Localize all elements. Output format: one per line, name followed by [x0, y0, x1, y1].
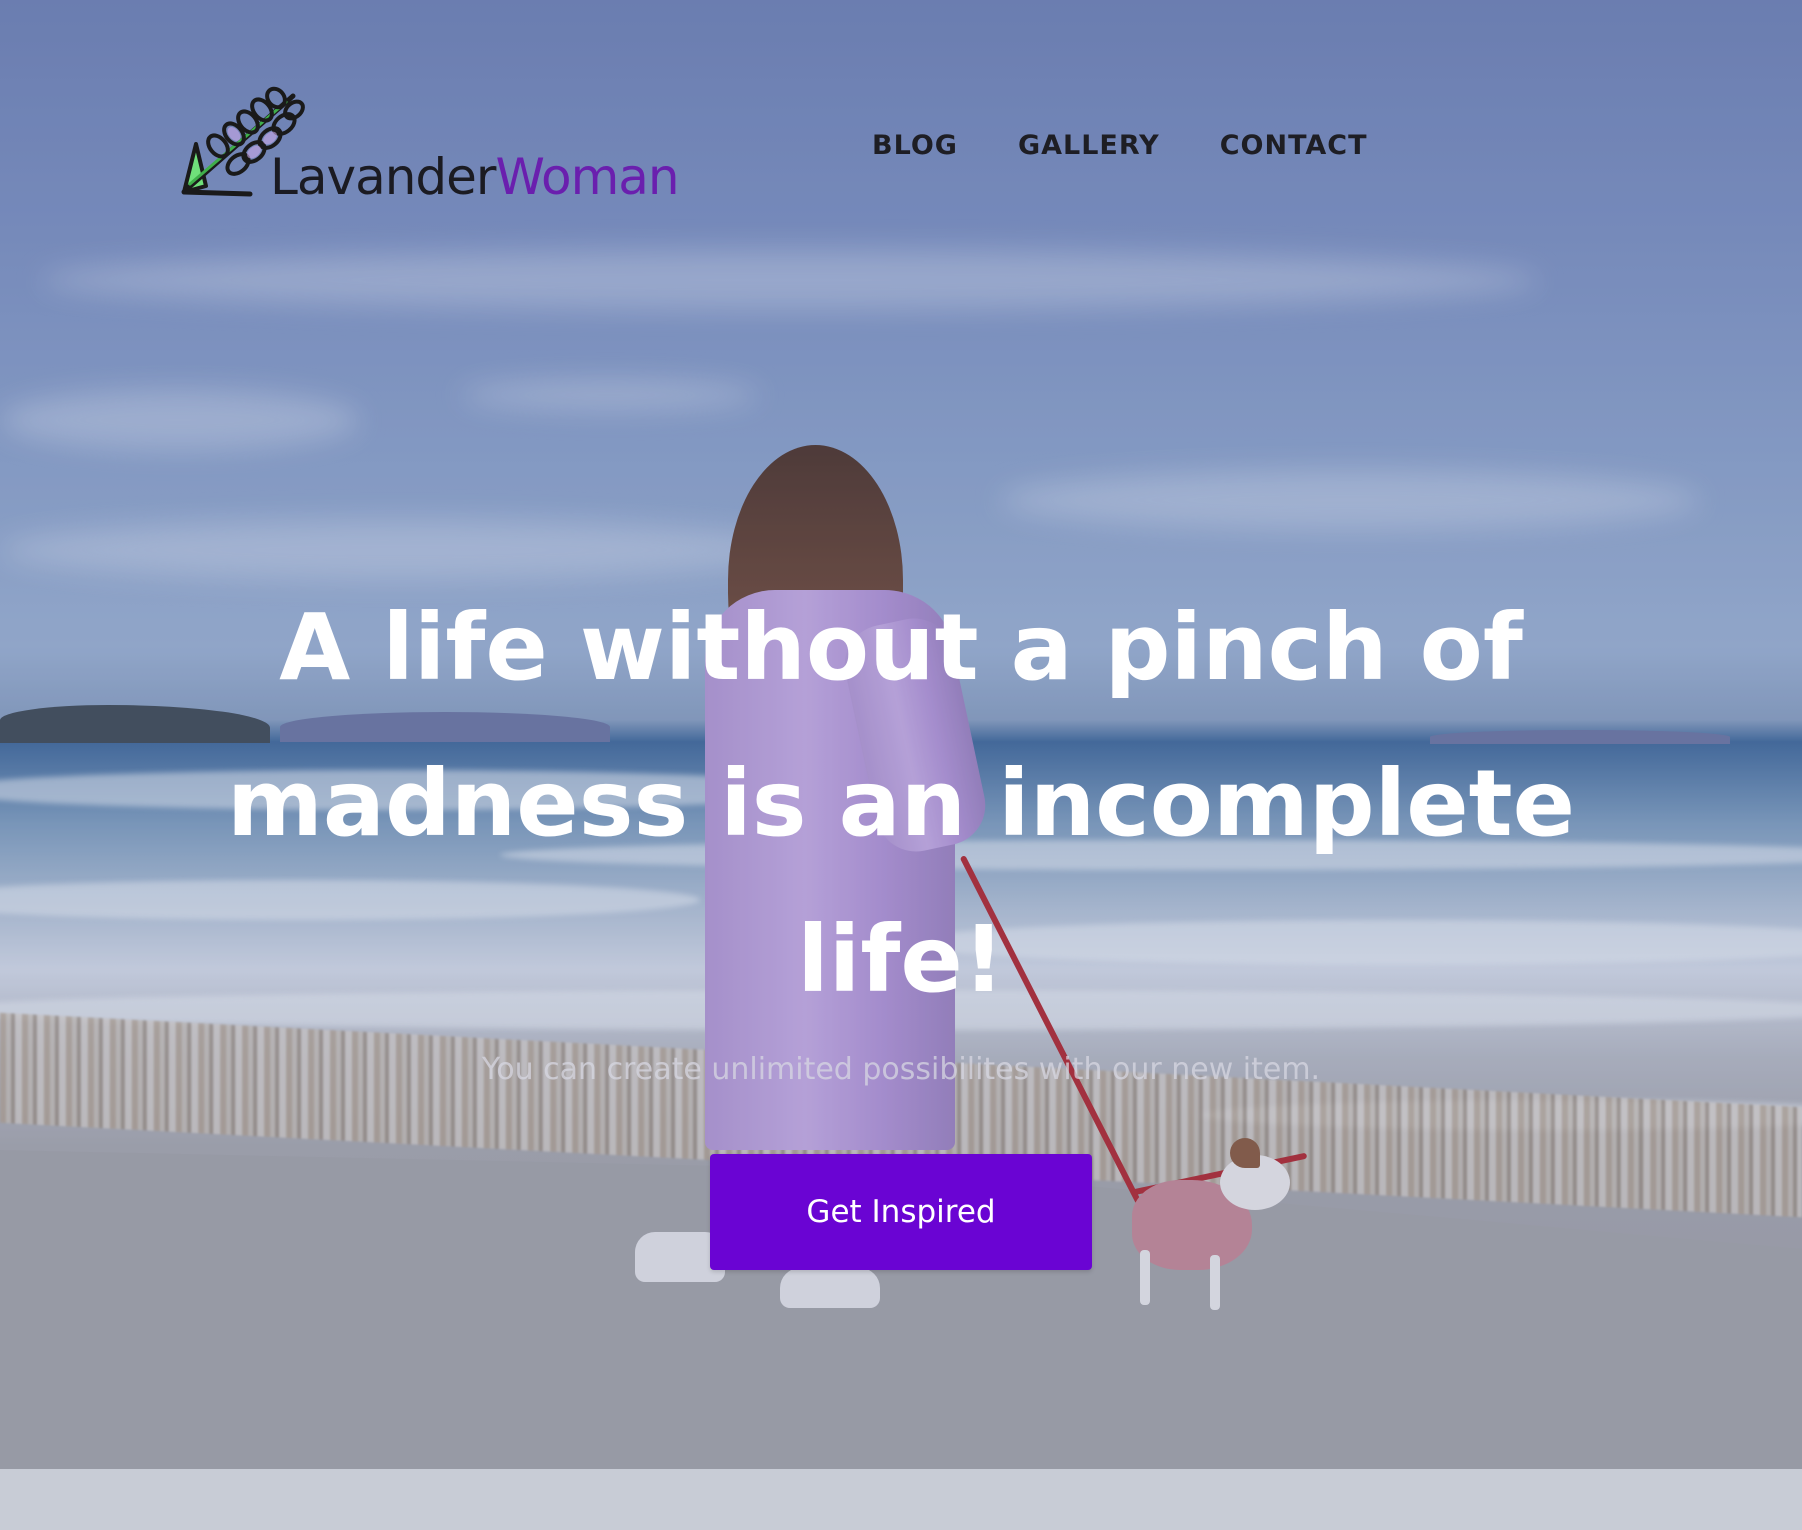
hero-subtext: You can create unlimited possibilites wi…: [481, 1052, 1321, 1087]
main-nav: BLOG GALLERY CONTACT: [872, 130, 1368, 161]
brand-name-part2: Woman: [495, 148, 679, 206]
nav-item-contact[interactable]: CONTACT: [1220, 130, 1368, 161]
brand-logo[interactable]: LavanderWoman: [178, 84, 703, 214]
nav-item-blog[interactable]: BLOG: [872, 130, 958, 161]
brand-wordmark: LavanderWoman: [270, 148, 680, 206]
landing-page: LavanderWoman BLOG GALLERY CONTACT A lif…: [0, 0, 1802, 1530]
hero-headline: A life without a pinch of madness is an …: [227, 594, 1575, 1013]
footer-band: [0, 1469, 1802, 1530]
get-inspired-button[interactable]: Get Inspired: [710, 1154, 1092, 1270]
brand-name-part1: Lavander: [270, 148, 496, 206]
nav-item-gallery[interactable]: GALLERY: [1018, 130, 1160, 161]
